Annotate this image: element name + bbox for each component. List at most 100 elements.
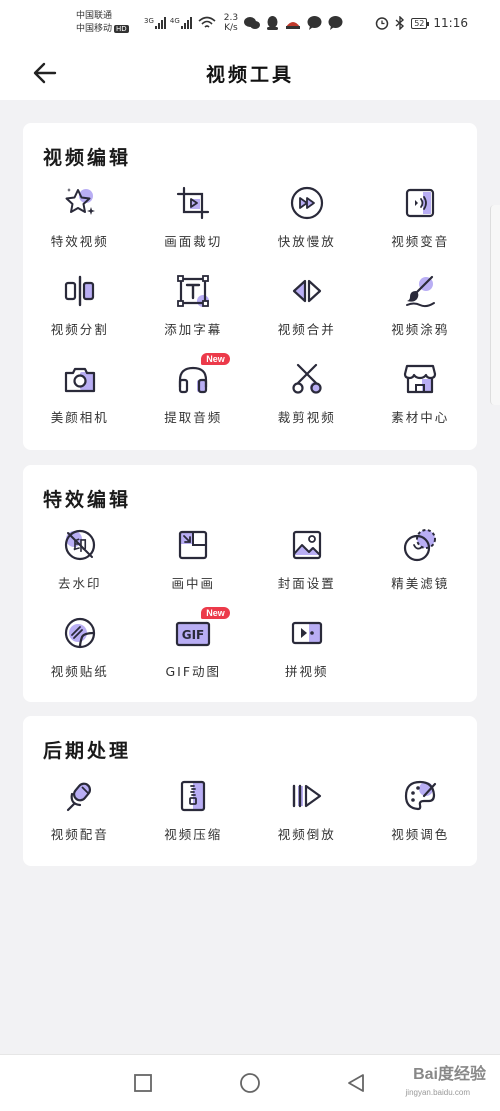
merge-icon: [292, 279, 321, 303]
tool-label: 画中画: [171, 576, 215, 591]
wifi-icon: [198, 16, 216, 28]
tool-label: 美颜相机: [50, 410, 109, 425]
watermark-url: jingyan.baidu.com: [405, 1088, 470, 1097]
message-icon: [328, 16, 343, 30]
bluetooth-icon: [395, 16, 405, 30]
tool-label: 视频倒放: [277, 827, 336, 842]
reverse-play-icon: [292, 784, 321, 808]
triangle-back-icon: [348, 1074, 364, 1092]
tool-label: 特效视频: [50, 234, 109, 249]
fast-forward-icon: [290, 186, 323, 220]
watermark-glyph: 印: [73, 538, 87, 555]
network-speed: 2.3 K/s: [223, 13, 239, 33]
tool-doodle[interactable]: 视频涂鸦: [364, 269, 478, 357]
tool-label: 提取音频: [164, 410, 223, 425]
network-type-1: 3G: [144, 17, 154, 25]
carrier-1: 中国联通: [76, 11, 113, 21]
scissors-icon: [292, 363, 322, 394]
carrier-2: 中国移动 HD: [76, 24, 129, 34]
section-title: 特效编辑: [43, 489, 132, 511]
microphone-icon: [66, 782, 91, 812]
tool-compress[interactable]: 视频压缩: [137, 774, 251, 862]
new-badge: New: [201, 607, 230, 619]
sticker-icon: [64, 617, 95, 649]
message-icon: [307, 16, 322, 30]
tool-crop[interactable]: 画面裁切: [137, 181, 251, 269]
tool-label: 视频分割: [50, 322, 109, 337]
tool-merge[interactable]: 视频合并: [250, 269, 364, 357]
tool-label: 拼视频: [284, 664, 329, 679]
tool-label: 视频合并: [277, 322, 336, 337]
tool-label: 去水印: [57, 576, 102, 591]
tool-label: 封面设置: [277, 576, 336, 591]
qq-icon: [267, 15, 279, 30]
watermark: Bai度经验: [413, 1066, 486, 1083]
tool-material-center[interactable]: 素材中心: [364, 357, 478, 445]
text-icon: [177, 275, 210, 307]
tool-extract-audio[interactable]: New 提取音频: [137, 353, 251, 445]
status-bar: 中国联通 中国移动 HD 3G 4G 2.3 K/s 52 11:16: [0, 0, 500, 46]
headphones-icon: [179, 366, 208, 394]
tool-dubbing[interactable]: 视频配音: [23, 774, 137, 862]
tool-filters[interactable]: 精美滤镜: [364, 523, 478, 611]
tool-voice-change[interactable]: 视频变音: [364, 181, 478, 269]
tool-label: 快放慢放: [277, 234, 336, 249]
system-back-button[interactable]: [344, 1071, 368, 1095]
tool-speed[interactable]: 快放慢放: [250, 181, 364, 269]
compress-icon: [181, 780, 206, 812]
page-title: 视频工具: [205, 64, 294, 86]
tool-remove-watermark[interactable]: 印 去水印: [23, 523, 137, 611]
recent-apps-button[interactable]: [131, 1071, 155, 1095]
store-icon: [404, 364, 437, 394]
camera-icon: [64, 367, 95, 393]
voice-change-icon: [406, 188, 435, 218]
tool-label: 视频压缩: [164, 827, 223, 842]
signal-1: 3G: [144, 17, 166, 29]
network-type-2: 4G: [169, 17, 180, 25]
section-title: 视频编辑: [43, 147, 132, 169]
tool-label: GIF动图: [165, 664, 222, 679]
clock: 11:16: [433, 16, 468, 30]
gif-glyph: GIF: [182, 628, 205, 642]
video-collage-icon: [291, 621, 322, 645]
tool-special-effects-video[interactable]: 特效视频: [23, 181, 137, 269]
tool-label: 画面裁切: [164, 234, 223, 249]
tool-picture-in-picture[interactable]: 画中画: [137, 523, 251, 611]
scroll-indicator[interactable]: [490, 205, 500, 405]
circle-icon: [240, 1073, 260, 1093]
tool-split[interactable]: 视频分割: [23, 269, 137, 357]
alarm-icon: [375, 17, 389, 30]
palette-icon: [405, 780, 437, 811]
new-badge: New: [201, 353, 230, 365]
watermark-remove-icon: 印: [64, 529, 95, 561]
sparkle-star-icon: [65, 188, 95, 215]
signal-2: 4G: [170, 17, 192, 29]
tool-cover-settings[interactable]: 封面设置: [250, 523, 364, 611]
tool-stickers[interactable]: 视频贴纸: [23, 611, 137, 699]
tool-label: 视频配音: [50, 827, 109, 842]
home-button[interactable]: [238, 1071, 262, 1095]
picture-in-picture-icon: [179, 530, 208, 560]
section-effects-edit: 特效编辑 印 去水印 画中画 封面设置 精美滤镜 视频贴纸 GIF New GI…: [23, 465, 477, 702]
tool-color-grading[interactable]: 视频调色: [364, 774, 478, 862]
tool-trim-video[interactable]: 裁剪视频: [250, 357, 364, 445]
filter-icon: [404, 529, 437, 562]
wechat-icon: [244, 17, 261, 29]
tool-beauty-camera[interactable]: 美颜相机: [23, 357, 137, 445]
tool-label: 精美滤镜: [391, 576, 450, 591]
tool-reverse[interactable]: 视频倒放: [250, 774, 364, 862]
tool-label: 视频贴纸: [50, 664, 109, 679]
tool-video-collage[interactable]: 拼视频: [250, 611, 364, 699]
section-title: 后期处理: [43, 740, 132, 762]
image-icon: [292, 530, 321, 560]
split-icon: [64, 275, 94, 307]
tool-add-subtitle[interactable]: 添加字幕: [137, 269, 251, 357]
battery-icon: 52: [411, 17, 430, 29]
hd-badge: HD: [114, 25, 129, 33]
section-video-edit: 视频编辑 特效视频 画面裁切 快放慢放 视频变音 视频分割 添加字幕 视频合并 …: [23, 123, 477, 450]
tool-gif[interactable]: GIF New GIF动图: [137, 607, 251, 699]
brush-icon: [406, 275, 436, 308]
crop-icon: [177, 186, 210, 220]
carrier-info: 中国联通 中国移动 HD: [76, 10, 140, 36]
signal-bars-icon: [154, 17, 166, 29]
